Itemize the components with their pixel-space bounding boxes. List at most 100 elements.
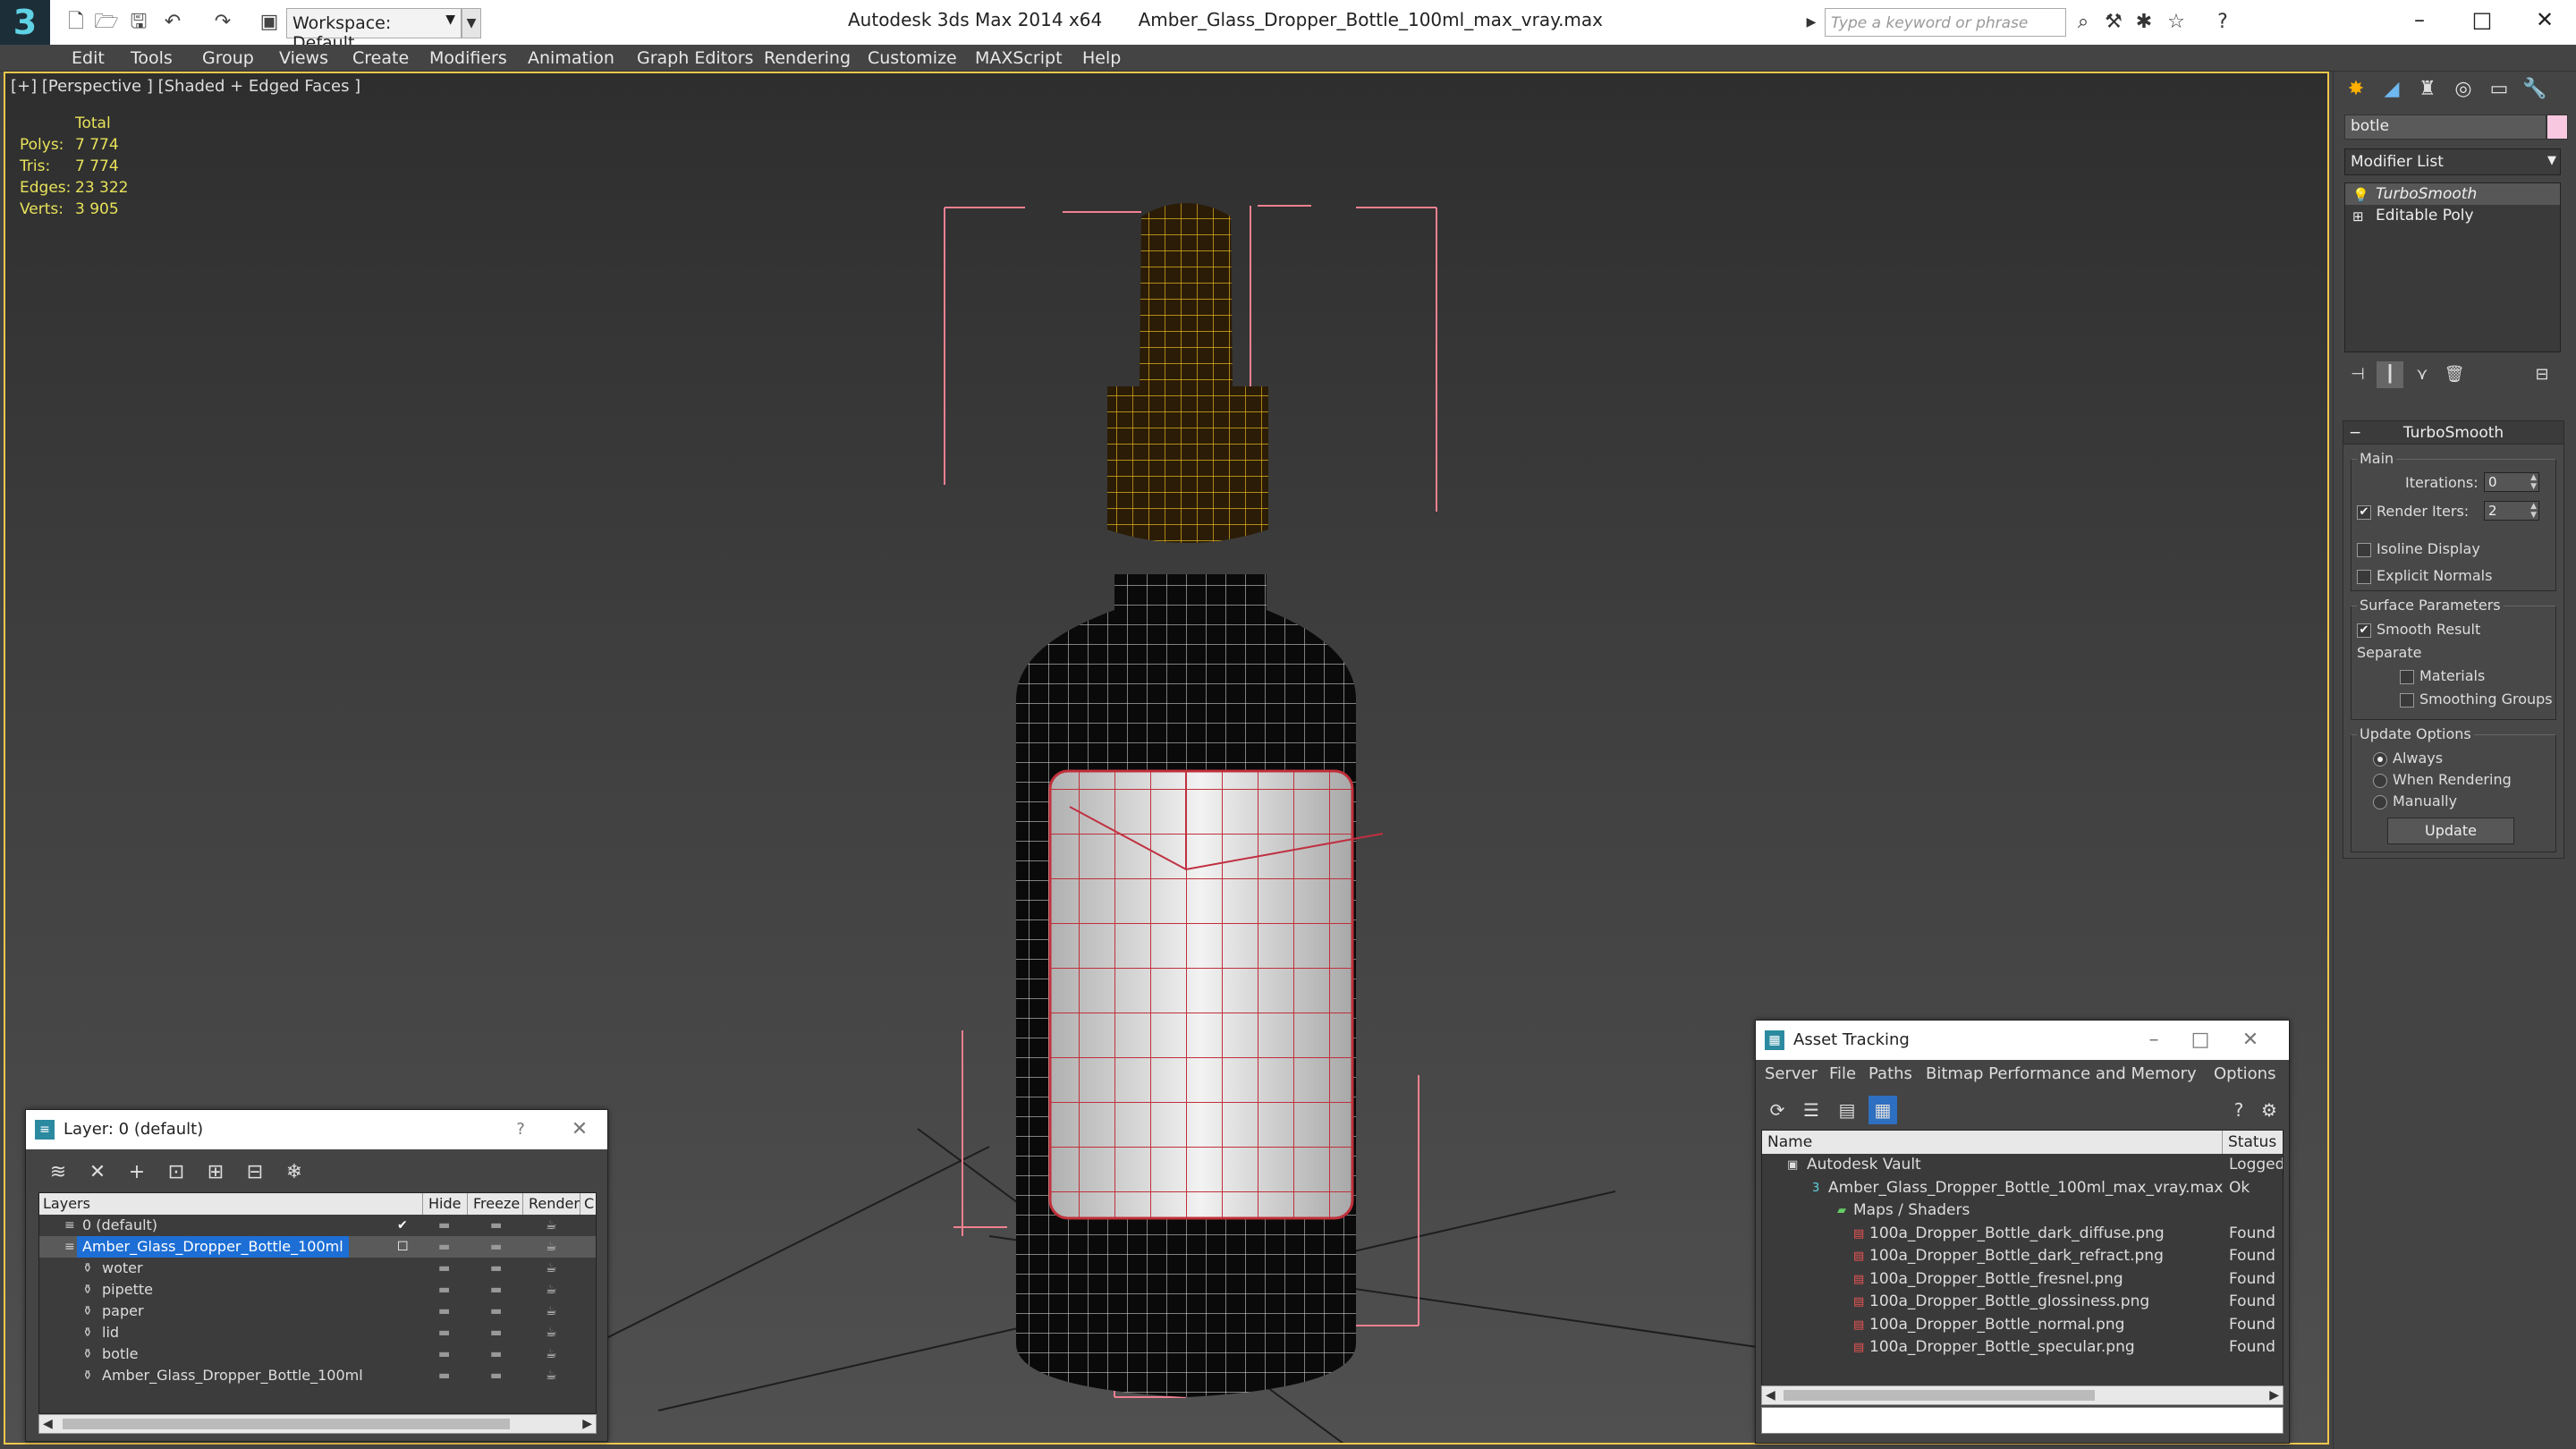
asset-row[interactable]: ▤ 100a_Dropper_Bottle_glossiness.png Fou… bbox=[1762, 1291, 2283, 1314]
asset-row[interactable]: ▰ Maps / Shaders bbox=[1762, 1199, 2283, 1223]
when-rendering-radio[interactable]: When Rendering bbox=[2373, 771, 2512, 788]
render-teapot-icon[interactable]: ☕ bbox=[546, 1279, 557, 1301]
render-iters-spinner[interactable]: 2 ▲ ▼ bbox=[2484, 501, 2539, 521]
col-hide[interactable]: Hide bbox=[422, 1193, 461, 1215]
scroll-left-icon[interactable]: ◀ bbox=[1766, 1386, 1775, 1404]
radio-icon[interactable] bbox=[2373, 794, 2387, 809]
hide-toggle[interactable]: ▬ bbox=[438, 1322, 450, 1343]
delete-layer-icon[interactable]: ✕ bbox=[81, 1157, 114, 1189]
col-layers[interactable]: Layers bbox=[43, 1193, 90, 1215]
minimize-icon[interactable]: – bbox=[2133, 1021, 2174, 1060]
checkbox-icon[interactable] bbox=[2400, 669, 2414, 684]
save-file-icon[interactable]: 🖫 bbox=[125, 9, 152, 36]
checkbox-checked-icon[interactable]: ✔ bbox=[2357, 623, 2371, 638]
remove-modifier-icon[interactable]: 🗑 bbox=[2441, 361, 2468, 388]
render-teapot-icon[interactable]: ☕ bbox=[546, 1365, 557, 1386]
menu-graph-editors[interactable]: Graph Editors bbox=[637, 45, 753, 72]
scroll-right-icon[interactable]: ▶ bbox=[2269, 1386, 2279, 1404]
render-teapot-icon[interactable]: ☕ bbox=[546, 1322, 557, 1343]
freeze-toggle[interactable]: ▬ bbox=[490, 1301, 502, 1322]
freeze-toggle[interactable]: ▬ bbox=[490, 1215, 502, 1236]
menu-options[interactable]: Options bbox=[2214, 1060, 2275, 1089]
display-tab-icon[interactable]: ▭ bbox=[2482, 75, 2516, 104]
hide-toggle[interactable]: ▬ bbox=[438, 1279, 450, 1301]
close-icon[interactable]: ✕ bbox=[2513, 0, 2576, 39]
rollout-header[interactable]: − TurboSmooth bbox=[2343, 421, 2563, 445]
app-logo-icon[interactable]: 3 bbox=[0, 0, 50, 45]
object-row[interactable]: ⚱ woter ▬ ▬ ☕ bbox=[39, 1258, 596, 1279]
col-render[interactable]: Render bbox=[522, 1193, 580, 1215]
help-icon[interactable]: ? bbox=[2224, 1096, 2253, 1124]
binoculars-icon[interactable]: ⌕ bbox=[2070, 9, 2097, 36]
asset-row[interactable]: ▤ 100a_Dropper_Bottle_normal.png Found bbox=[1762, 1314, 2283, 1337]
menu-customize[interactable]: Customize bbox=[868, 45, 957, 72]
stack-item-turbosmooth[interactable]: 💡 TurboSmooth bbox=[2345, 183, 2560, 205]
undo-icon[interactable]: ↶ bbox=[159, 9, 186, 36]
list-view-icon[interactable]: ☰ bbox=[1797, 1096, 1826, 1124]
render-teapot-icon[interactable]: ☕ bbox=[546, 1236, 557, 1258]
asset-row[interactable]: ▤ 100a_Dropper_Bottle_specular.png Found bbox=[1762, 1336, 2283, 1360]
detail-view-icon[interactable]: ▤ bbox=[1833, 1096, 1861, 1124]
radio-icon[interactable] bbox=[2373, 773, 2387, 788]
hide-toggle[interactable]: ▬ bbox=[438, 1215, 450, 1236]
close-icon[interactable]: ✕ bbox=[559, 1110, 600, 1149]
maximize-icon[interactable]: □ bbox=[2180, 1021, 2221, 1060]
stack-item-editable-poly[interactable]: ⊞ Editable Poly bbox=[2345, 205, 2560, 226]
workspace-dropdown[interactable]: Workspace: Default ▼ bbox=[286, 8, 462, 53]
object-row[interactable]: ⚱ Amber_Glass_Dropper_Bottle_100ml ▬ ▬ ☕ bbox=[39, 1365, 596, 1386]
render-teapot-icon[interactable]: ☕ bbox=[546, 1258, 557, 1279]
help-icon[interactable]: ? bbox=[500, 1110, 541, 1149]
manually-radio[interactable]: Manually bbox=[2373, 792, 2457, 809]
favorites-icon[interactable]: ☆ bbox=[2163, 9, 2190, 36]
workspace-more-button[interactable]: ▼ bbox=[462, 8, 481, 38]
freeze-toggle[interactable]: ▬ bbox=[490, 1322, 502, 1343]
highlight-layer-icon[interactable]: ⊞ bbox=[199, 1157, 232, 1189]
object-row[interactable]: ⚱ paper ▬ ▬ ☕ bbox=[39, 1301, 596, 1322]
col-status[interactable]: Status bbox=[2222, 1131, 2276, 1154]
layer-row[interactable]: ≡ Amber_Glass_Dropper_Bottle_100ml ☐ ▬ ▬… bbox=[39, 1236, 596, 1258]
object-name-field[interactable]: botle bbox=[2344, 114, 2546, 140]
menu-file[interactable]: File bbox=[1829, 1060, 1856, 1089]
spinner-arrows-icon[interactable]: ▲ ▼ bbox=[2530, 502, 2537, 520]
hide-toggle[interactable]: ▬ bbox=[438, 1365, 450, 1386]
radio-selected-icon[interactable] bbox=[2373, 751, 2387, 767]
checkbox-checked-icon[interactable]: ✔ bbox=[2357, 504, 2371, 520]
menu-paths[interactable]: Paths bbox=[1868, 1060, 1912, 1089]
menu-bitmap-performance[interactable]: Bitmap Performance and Memory bbox=[1926, 1060, 2197, 1089]
communication-center-icon[interactable]: ✱ bbox=[2131, 9, 2157, 36]
modify-tab-icon[interactable]: ◢ bbox=[2375, 75, 2409, 104]
smooth-result-checkbox[interactable]: ✔ Smooth Result bbox=[2357, 621, 2480, 638]
col-name[interactable]: Name bbox=[1767, 1131, 1812, 1154]
horizontal-scrollbar[interactable]: ◀ ▶ bbox=[38, 1414, 597, 1434]
add-to-layer-icon[interactable]: + bbox=[121, 1157, 153, 1189]
hierarchy-tab-icon[interactable]: ♜ bbox=[2411, 75, 2445, 104]
asset-row[interactable]: 3 Amber_Glass_Dropper_Bottle_100ml_max_v… bbox=[1762, 1177, 2283, 1200]
checkbox-icon[interactable] bbox=[2357, 542, 2371, 557]
freeze-toggle[interactable]: ▬ bbox=[490, 1236, 502, 1258]
configure-sets-icon[interactable]: ⊟ bbox=[2529, 361, 2555, 388]
iterations-spinner[interactable]: 0 ▲ ▼ bbox=[2484, 472, 2539, 492]
hide-all-layers-icon[interactable]: ⊟ bbox=[239, 1157, 271, 1189]
make-unique-icon[interactable]: ⋎ bbox=[2409, 361, 2436, 388]
horizontal-scrollbar[interactable]: ◀ ▶ bbox=[1761, 1385, 2284, 1405]
spinner-arrows-icon[interactable]: ▲ ▼ bbox=[2530, 473, 2537, 491]
minimize-icon[interactable]: – bbox=[2388, 0, 2451, 39]
menu-maxscript[interactable]: MAXScript bbox=[975, 45, 1063, 72]
project-folder-icon[interactable]: ▣ bbox=[256, 9, 283, 36]
render-teapot-icon[interactable]: ☕ bbox=[546, 1215, 557, 1236]
subscription-icon[interactable]: ⚒ bbox=[2100, 9, 2127, 36]
scroll-thumb[interactable] bbox=[63, 1419, 510, 1429]
update-button[interactable]: Update bbox=[2387, 818, 2514, 844]
refresh-icon[interactable]: ⟳ bbox=[1763, 1096, 1792, 1124]
always-radio[interactable]: Always bbox=[2373, 750, 2443, 767]
new-file-icon[interactable]: 🗋 bbox=[63, 9, 89, 36]
search-expand-icon[interactable]: ▶ bbox=[1798, 9, 1825, 36]
freeze-all-layers-icon[interactable]: ❄ bbox=[278, 1157, 310, 1189]
redo-icon[interactable]: ↷ bbox=[209, 9, 236, 36]
scroll-thumb[interactable] bbox=[1784, 1390, 2095, 1401]
menu-create[interactable]: Create bbox=[352, 45, 409, 72]
search-input[interactable]: Type a keyword or phrase bbox=[1825, 8, 2066, 37]
help-icon[interactable]: ? bbox=[2209, 9, 2236, 36]
object-row[interactable]: ⚱ botle ▬ ▬ ☕ bbox=[39, 1343, 596, 1365]
active-box-icon[interactable]: ☐ bbox=[397, 1236, 409, 1258]
